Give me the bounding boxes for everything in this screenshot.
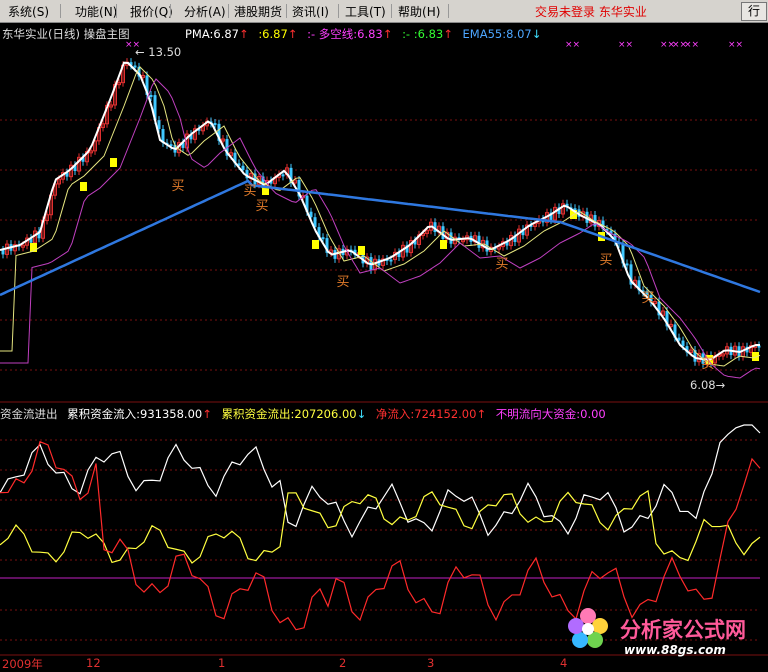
candle-body	[149, 94, 153, 97]
ema55-line	[0, 179, 761, 297]
watermark-logo	[566, 606, 610, 650]
candle-body	[625, 263, 629, 266]
flower-icon	[568, 608, 608, 648]
buy-signal-label: 买	[171, 179, 184, 194]
buy-signal-label: 买	[255, 199, 268, 214]
buy-signal-label: 买	[701, 357, 714, 372]
watermark-title: 分析家公式网	[620, 618, 746, 642]
signal-mark: ××	[618, 40, 633, 50]
candle-body	[281, 174, 285, 177]
slow-line	[0, 66, 761, 367]
highlight-bar	[80, 182, 87, 191]
buy-signal-label: 买	[599, 253, 612, 268]
signal-mark: ××	[728, 40, 743, 50]
signal-mark: ××	[684, 40, 699, 50]
candle-body	[321, 237, 325, 240]
kline-chart[interactable]: 买买买买买 买买买×× ×× ×× ×××××× ××	[0, 0, 768, 668]
candle-body	[213, 123, 217, 126]
low-price-label: 6.08→	[690, 378, 726, 392]
candle-body	[157, 120, 161, 129]
buy-signal-label: 买	[495, 257, 508, 272]
candle-body	[449, 232, 453, 244]
candle-body	[133, 65, 137, 68]
buy-signal-label: 买	[641, 291, 654, 306]
highlight-bar	[358, 246, 365, 255]
watermark-url: www.88gs.com	[624, 643, 726, 657]
fast-line	[0, 61, 760, 361]
long-short-line	[0, 78, 761, 379]
candle-body	[681, 340, 685, 347]
highlight-bar	[110, 158, 117, 167]
candle-body	[1, 250, 5, 255]
high-price-label: ← 13.50	[135, 45, 182, 59]
buy-signal-label: 买	[336, 275, 349, 290]
candle-body	[241, 165, 245, 171]
buy-signal-label: 买	[243, 184, 256, 199]
candle-body	[389, 259, 393, 262]
cumulative-inflow-line	[0, 424, 761, 539]
highlight-bar	[312, 240, 319, 249]
highlight-bar	[440, 240, 447, 249]
time-axis-label: 2009年	[2, 657, 43, 671]
signal-mark: ××	[565, 40, 580, 50]
